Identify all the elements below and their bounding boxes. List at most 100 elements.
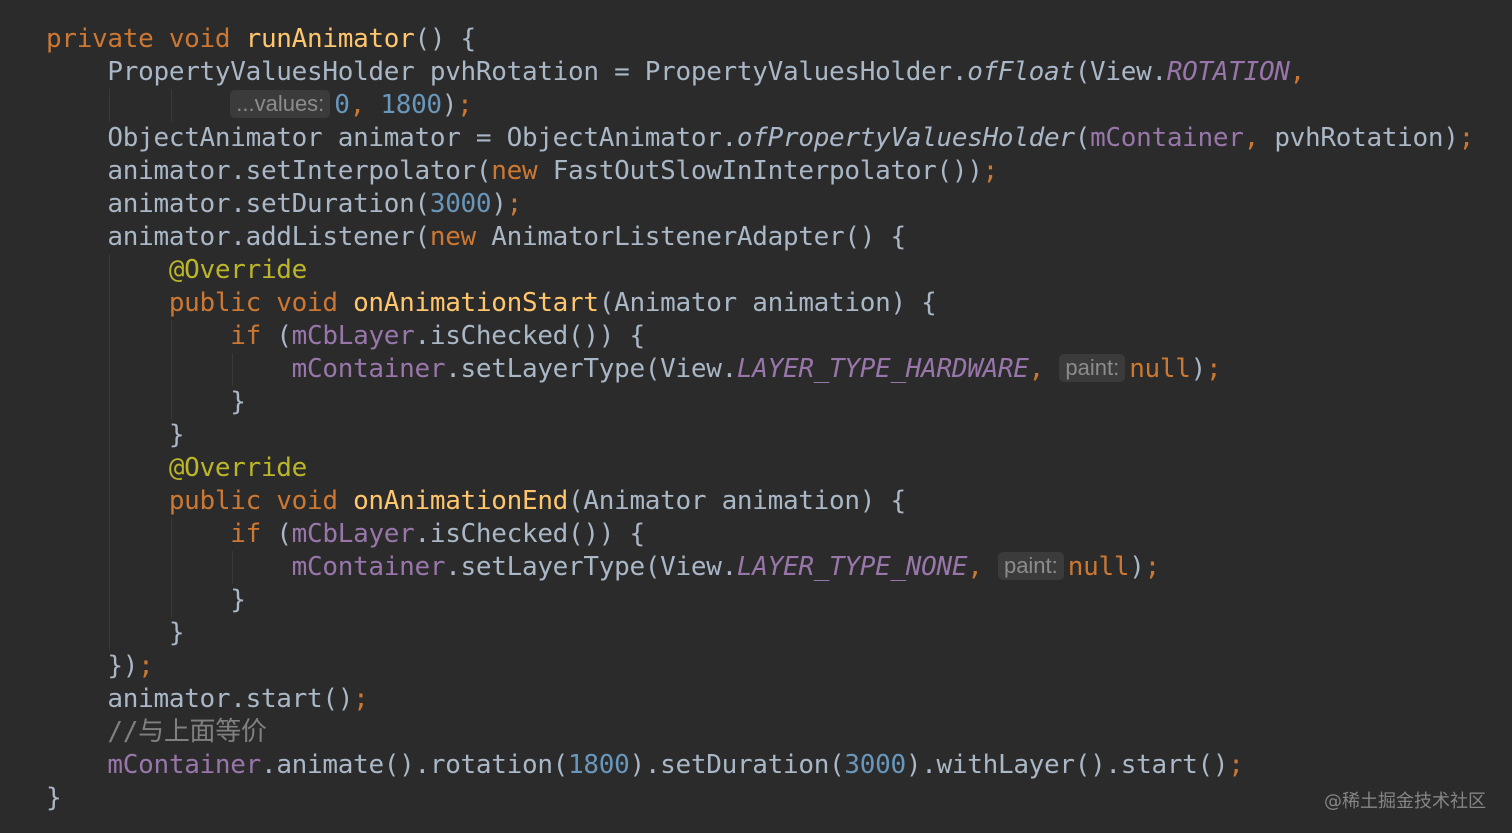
indent-guide bbox=[109, 89, 111, 122]
code-token: new bbox=[429, 222, 492, 252]
indent-guide bbox=[109, 419, 111, 452]
code-token: LAYER_TYPE_NONE bbox=[736, 552, 968, 582]
code-line[interactable]: mContainer.animate().rotation(1800).setD… bbox=[46, 749, 1474, 782]
code-editor[interactable]: private void runAnimator() { PropertyVal… bbox=[0, 0, 1512, 833]
code-line[interactable]: PropertyValuesHolder pvhRotation = Prope… bbox=[46, 56, 1474, 89]
code-line[interactable]: mContainer.setLayerType(View.LAYER_TYPE_… bbox=[46, 353, 1474, 386]
code-line[interactable]: ...values: 0, 1800); bbox=[46, 89, 1474, 122]
code-token: null bbox=[1067, 552, 1130, 582]
indent-guide bbox=[170, 584, 172, 617]
code-line[interactable]: } bbox=[46, 617, 1474, 650]
code-token: mContainer bbox=[1090, 123, 1244, 153]
code-line[interactable]: if (mCbLayer.isChecked()) { bbox=[46, 320, 1474, 353]
code-line[interactable]: //与上面等价 bbox=[46, 716, 1474, 749]
indent-guide bbox=[170, 551, 172, 584]
code-token: PropertyValuesHolder pvhRotation = Prope… bbox=[107, 57, 968, 87]
indent-guide bbox=[109, 287, 111, 320]
code-line[interactable]: private void runAnimator() { bbox=[46, 23, 1474, 56]
indent-guide bbox=[232, 353, 234, 386]
code-token: } bbox=[168, 420, 185, 450]
code-token: (Animator animation) { bbox=[568, 486, 906, 516]
code-line[interactable]: } bbox=[46, 584, 1474, 617]
code-token: ) bbox=[441, 90, 458, 120]
code-token: ; bbox=[1205, 354, 1222, 384]
code-line[interactable]: @Override bbox=[46, 452, 1474, 485]
indent-guide bbox=[109, 551, 111, 584]
code-token: ObjectAnimator animator = ObjectAnimator… bbox=[107, 123, 737, 153]
code-token: mContainer bbox=[291, 354, 446, 384]
indent-guide bbox=[109, 320, 111, 353]
code-token: mCbLayer bbox=[291, 519, 415, 549]
code-token: .isChecked()) { bbox=[414, 321, 646, 351]
parameter-hint: ...values: bbox=[230, 90, 331, 118]
indent-guide bbox=[109, 617, 111, 650]
code-token: } bbox=[168, 618, 185, 648]
code-token: 3000 bbox=[844, 750, 906, 780]
code-token: @Override bbox=[168, 255, 308, 285]
code-line[interactable]: public void onAnimationStart(Animator an… bbox=[46, 287, 1474, 320]
code-token: 3000 bbox=[429, 189, 492, 219]
code-token: ).withLayer().start() bbox=[905, 750, 1229, 780]
code-token: }) bbox=[107, 651, 139, 681]
indent-guide bbox=[109, 353, 111, 386]
code-token: ; bbox=[1144, 552, 1161, 582]
indent-guide bbox=[109, 485, 111, 518]
indent-guide bbox=[170, 518, 172, 551]
code-token: .setLayerType(View. bbox=[445, 354, 737, 384]
code-token: ) bbox=[1190, 354, 1207, 384]
code-line[interactable]: animator.setInterpolator(new FastOutSlow… bbox=[46, 155, 1474, 188]
code-token: onAnimationStart bbox=[353, 288, 599, 318]
code-token: mContainer bbox=[107, 750, 261, 780]
code-token: .isChecked()) { bbox=[414, 519, 646, 549]
code-token: ROTATION bbox=[1166, 57, 1290, 87]
parameter-hint: paint: bbox=[1059, 354, 1126, 382]
code-token: ) bbox=[491, 189, 507, 219]
code-line[interactable]: mContainer.setLayerType(View.LAYER_TYPE_… bbox=[46, 551, 1474, 584]
code-line[interactable]: if (mCbLayer.isChecked()) { bbox=[46, 518, 1474, 551]
code-token: , bbox=[1243, 123, 1275, 153]
code-line[interactable]: animator.addListener(new AnimatorListene… bbox=[46, 221, 1474, 254]
indent-guide bbox=[109, 584, 111, 617]
code-token: animator.start() bbox=[107, 684, 354, 714]
code-token: (View. bbox=[1074, 57, 1167, 87]
code-token: mContainer bbox=[291, 552, 446, 582]
code-line[interactable]: ObjectAnimator animator = ObjectAnimator… bbox=[46, 122, 1474, 155]
code-line[interactable]: } bbox=[46, 386, 1474, 419]
parameter-hint: paint: bbox=[997, 552, 1064, 580]
code-token: ) bbox=[1129, 552, 1145, 582]
code-line[interactable]: } bbox=[46, 782, 1474, 815]
code-token: LAYER_TYPE_HARDWARE bbox=[736, 354, 1029, 384]
code-token: ofPropertyValuesHolder bbox=[736, 123, 1075, 153]
code-line[interactable]: public void onAnimationEnd(Animator anim… bbox=[46, 485, 1474, 518]
code-token: } bbox=[46, 783, 62, 813]
code-token: new bbox=[491, 156, 553, 186]
code-line[interactable]: @Override bbox=[46, 254, 1474, 287]
code-token: animator.addListener( bbox=[107, 222, 430, 252]
code-token: mCbLayer bbox=[291, 321, 415, 351]
code-token: public void bbox=[168, 486, 354, 516]
code-token: ; bbox=[138, 651, 154, 681]
code-area[interactable]: private void runAnimator() { PropertyVal… bbox=[46, 23, 1474, 815]
code-token: null bbox=[1129, 354, 1191, 384]
code-line[interactable]: }); bbox=[46, 650, 1474, 683]
code-token: animator.setDuration( bbox=[107, 189, 430, 219]
code-line[interactable]: animator.setDuration(3000); bbox=[46, 188, 1474, 221]
code-token: 1800 bbox=[380, 90, 442, 120]
code-token: runAnimator bbox=[245, 24, 415, 54]
code-token: 0 bbox=[334, 90, 350, 120]
code-line[interactable]: animator.start(); bbox=[46, 683, 1474, 716]
code-line[interactable]: } bbox=[46, 419, 1474, 452]
indent-guide bbox=[109, 386, 111, 419]
